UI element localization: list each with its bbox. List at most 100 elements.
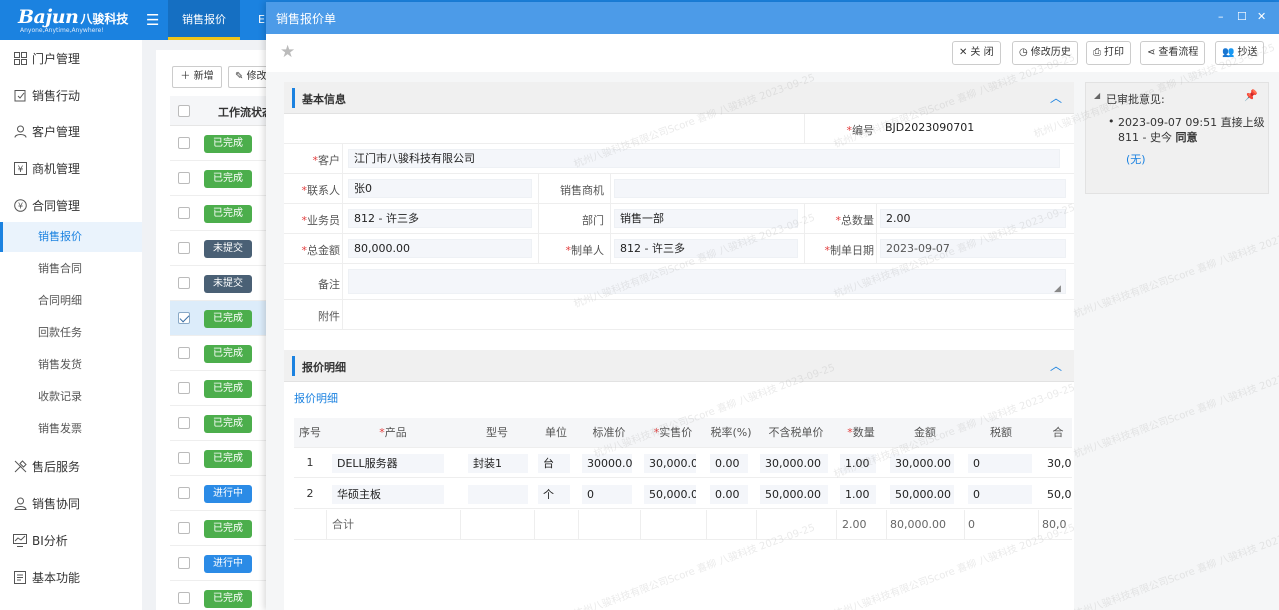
row-checkbox[interactable]	[178, 207, 190, 219]
table-row[interactable]: 已完成	[170, 371, 276, 406]
sidebar-sub-payment-task[interactable]: 回款任务	[0, 318, 142, 348]
cell-qty[interactable]: 1.00	[840, 454, 876, 473]
row-checkbox[interactable]	[178, 137, 190, 149]
table-row[interactable]: 已完成	[170, 441, 276, 476]
pin-icon[interactable]: 📌	[1244, 89, 1258, 102]
cell-model[interactable]	[468, 485, 528, 504]
sidebar-sub-receipt[interactable]: 收款记录	[0, 382, 142, 412]
sidebar-item-portal[interactable]: 门户管理	[0, 44, 142, 74]
table-row[interactable]: 进行中	[170, 476, 276, 511]
close-icon[interactable]: ✕	[1257, 10, 1266, 23]
table-row[interactable]: 已完成	[170, 581, 276, 610]
cell-total[interactable]: 50,0	[1042, 485, 1072, 504]
favorite-star-icon[interactable]: ★	[280, 42, 295, 62]
maximize-icon[interactable]: ☐	[1237, 10, 1247, 23]
row-checkbox[interactable]	[178, 172, 190, 184]
sidebar-sub-sales-contract[interactable]: 销售合同	[0, 254, 142, 284]
contact-field[interactable]: 张0	[348, 179, 532, 198]
cell-net-price[interactable]: 50,000.00	[760, 485, 828, 504]
history-button[interactable]: ◷ 修改历史	[1012, 41, 1078, 65]
table-row[interactable]: 2华硕主板个050,000.000.0050,000.001.0050,000.…	[294, 479, 1072, 509]
table-row[interactable]: 已完成	[170, 336, 276, 371]
chevron-up-icon[interactable]: ︿	[1050, 357, 1062, 374]
row-checkbox[interactable]	[178, 417, 190, 429]
view-flow-button[interactable]: ⋖ 查看流程	[1140, 41, 1206, 65]
salesman-field[interactable]: 812 - 许三多	[348, 209, 532, 228]
add-button[interactable]: ＋ 新增	[172, 66, 222, 88]
row-checkbox[interactable]	[178, 242, 190, 254]
sidebar-sub-delivery[interactable]: 销售发货	[0, 350, 142, 380]
cell-amount[interactable]: 50,000.00	[890, 485, 954, 504]
minimize-icon[interactable]: –	[1218, 10, 1224, 23]
sidebar-item-collab[interactable]: 销售协同	[0, 489, 142, 519]
row-checkbox[interactable]	[178, 557, 190, 569]
sidebar-item-sales-action[interactable]: 销售行动	[0, 81, 142, 111]
select-all-checkbox[interactable]	[178, 105, 190, 117]
row-checkbox[interactable]	[178, 382, 190, 394]
sidebar-item-basic[interactable]: 基本功能	[0, 563, 142, 593]
row-checkbox[interactable]	[178, 277, 190, 289]
row-checkbox[interactable]	[178, 592, 190, 604]
cell-net-price[interactable]: 30,000.00	[760, 454, 828, 473]
table-row[interactable]: 已完成	[170, 126, 276, 161]
row-checkbox[interactable]	[178, 347, 190, 359]
tab-next[interactable]: E	[258, 0, 265, 40]
customer-field[interactable]: 江门市八骏科技有限公司	[348, 149, 1060, 168]
caret-down-icon[interactable]: ◢	[1094, 91, 1100, 100]
row-checkbox[interactable]	[178, 452, 190, 464]
detail-subtitle-link[interactable]: 报价明细	[294, 390, 338, 406]
table-row[interactable]: 已完成	[170, 511, 276, 546]
table-row[interactable]: 已完成	[170, 406, 276, 441]
table-row[interactable]: 已完成	[170, 196, 276, 231]
cell-tax[interactable]: 0	[968, 485, 1032, 504]
sidebar-sub-contract-detail[interactable]: 合同明细	[0, 286, 142, 316]
table-row[interactable]: 进行中	[170, 546, 276, 581]
total-qty-field[interactable]: 2.00	[880, 209, 1066, 228]
sidebar-sub-invoice[interactable]: 销售发票	[0, 414, 142, 444]
cc-button[interactable]: 👥 抄送	[1215, 41, 1265, 65]
table-row[interactable]: 未提交	[170, 266, 276, 301]
cell-product[interactable]: 华硕主板	[332, 485, 444, 504]
opportunity-field[interactable]	[614, 179, 1066, 198]
cell-unit[interactable]: 台	[538, 454, 570, 473]
creator-field[interactable]: 812 - 许三多	[614, 239, 798, 258]
close-button[interactable]: ✕ 关 闭	[952, 41, 1001, 65]
cell-tax-rate[interactable]: 0.00	[710, 485, 748, 504]
cell-std-price[interactable]: 30000.00	[582, 454, 632, 473]
sidebar-item-after-sales[interactable]: 售后服务	[0, 452, 142, 482]
cell-total[interactable]: 30,0	[1042, 454, 1072, 473]
resize-handle-icon[interactable]: ◢	[1054, 284, 1061, 294]
cell-amount[interactable]: 30,000.00	[890, 454, 954, 473]
tab-sales-quote[interactable]: 销售报价	[168, 0, 240, 40]
section-quote-detail[interactable]: 报价明细 ︿	[284, 350, 1074, 382]
cell-tax[interactable]: 0	[968, 454, 1032, 473]
sidebar-item-opportunity[interactable]: ¥ 商机管理	[0, 154, 142, 184]
row-checkbox[interactable]	[178, 487, 190, 499]
sidebar-item-customer[interactable]: 客户管理	[0, 117, 142, 147]
cell-price[interactable]: 30,000.00	[644, 454, 696, 473]
print-button[interactable]: ⎙ 打印	[1086, 41, 1131, 65]
cell-price[interactable]: 50,000.00	[644, 485, 696, 504]
date-field[interactable]: 2023-09-07	[880, 239, 1066, 258]
menu-toggle-icon[interactable]: ☰	[146, 11, 159, 29]
table-row[interactable]: 已完成	[170, 301, 276, 336]
cell-qty[interactable]: 1.00	[840, 485, 876, 504]
table-row[interactable]: 未提交	[170, 231, 276, 266]
row-checkbox[interactable]	[178, 312, 190, 324]
section-basic-info[interactable]: 基本信息 ︿	[284, 82, 1074, 114]
table-row[interactable]: 1 DELL服务器 封装1 台 30000.00 30,000.00 0.00 30,000.…	[294, 448, 1072, 478]
sidebar-sub-sales-quote[interactable]: 销售报价	[0, 222, 142, 252]
dept-field[interactable]: 销售一部	[614, 209, 798, 228]
cell-unit[interactable]: 个	[538, 485, 570, 504]
total-amount-field[interactable]: 80,000.00	[348, 239, 532, 258]
remark-textarea[interactable]	[348, 269, 1066, 294]
cell-tax-rate[interactable]: 0.00	[710, 454, 748, 473]
row-checkbox[interactable]	[178, 522, 190, 534]
sidebar-item-contract[interactable]: ¥ 合同管理	[0, 191, 142, 221]
cell-model[interactable]: 封装1	[468, 454, 528, 473]
sidebar-item-bi[interactable]: BI分析	[0, 526, 142, 556]
cell-std-price[interactable]: 0	[582, 485, 632, 504]
cell-product[interactable]: DELL服务器	[332, 454, 444, 473]
table-row[interactable]: 已完成	[170, 161, 276, 196]
chevron-up-icon[interactable]: ︿	[1050, 89, 1062, 106]
